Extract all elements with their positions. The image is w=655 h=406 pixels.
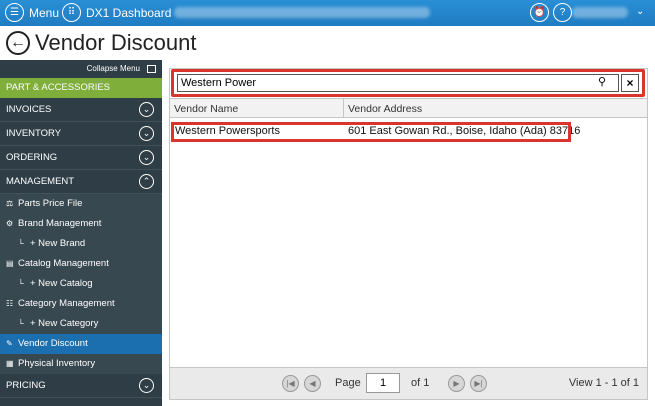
records-count: View 1 - 1 of 1 <box>568 377 639 389</box>
menu-button[interactable]: ☰ Menu <box>5 3 59 22</box>
sidebar-item-invoices[interactable]: INVOICES ⌄ <box>0 98 162 122</box>
vendor-grid-panel: ⚲ × Vendor Name Vendor Address Western P… <box>169 68 648 400</box>
help-icon[interactable]: ? <box>553 3 572 22</box>
dashboard-button[interactable]: ⠿ DX1 Dashboard <box>62 3 171 22</box>
chevron-down-icon[interactable]: ⌄ <box>636 6 644 17</box>
sidebar-item-category-management[interactable]: ☷ Category Management <box>0 294 162 314</box>
sidebar-item-label: PRICING <box>6 380 46 391</box>
sidebar-item-physical-inventory[interactable]: ▦ Physical Inventory <box>0 354 162 374</box>
sidebar-item-label: + New Category <box>30 318 99 329</box>
chevron-down-icon[interactable]: ⌄ <box>139 126 154 141</box>
sidebar-item-label: INVENTORY <box>6 128 62 139</box>
search-icon[interactable]: ⚲ <box>598 75 606 88</box>
next-page-icon[interactable]: ▶ <box>448 375 465 392</box>
sidebar-item-label: Category Management <box>18 298 115 309</box>
pager: |◀ ◀ Page of 1 ▶ ▶| View 1 - 1 of 1 <box>170 367 647 399</box>
first-page-icon[interactable]: |◀ <box>282 375 299 392</box>
sidebar-item-new-catalog[interactable]: └ + New Catalog <box>0 274 162 294</box>
last-page-icon[interactable]: ▶| <box>470 375 487 392</box>
collapse-icon <box>147 65 156 73</box>
chevron-up-icon[interactable]: ⌃ <box>139 174 154 189</box>
tree-branch-icon: └ <box>18 279 24 288</box>
sidebar-item-label: Brand Management <box>18 218 102 229</box>
chevron-down-icon[interactable]: ⌄ <box>139 378 154 393</box>
user-name-blurred[interactable] <box>572 7 628 18</box>
page-label: Page <box>335 377 361 389</box>
column-divider <box>343 99 344 118</box>
sidebar-item-label: INVOICES <box>6 104 52 115</box>
discount-icon: ✎ <box>6 339 13 348</box>
column-header-vendor-name[interactable]: Vendor Name <box>174 103 238 115</box>
chevron-down-icon[interactable]: ⌄ <box>139 150 154 165</box>
back-arrow-icon[interactable]: ← <box>6 31 30 55</box>
sidebar-item-pricing[interactable]: PRICING ⌄ <box>0 374 162 398</box>
sidebar-item-label: + New Catalog <box>30 278 93 289</box>
tree-branch-icon: └ <box>18 239 24 248</box>
sidebar-item-label: Physical Inventory <box>18 358 96 369</box>
sidebar-item-label: Catalog Management <box>18 258 109 269</box>
title-bar: ← Vendor Discount <box>0 26 655 60</box>
sidebar-item-label: + New Brand <box>30 238 86 249</box>
alarm-icon[interactable]: ⏰ <box>530 3 549 22</box>
sidebar-item-ordering[interactable]: ORDERING ⌄ <box>0 146 162 170</box>
top-bar: ☰ Menu ⠿ DX1 Dashboard ⏰ ? ⌄ <box>0 0 655 26</box>
chevron-down-icon[interactable]: ⌄ <box>139 102 154 117</box>
search-bar: ⚲ × <box>170 69 647 97</box>
sidebar-item-label: Vendor Discount <box>18 338 88 349</box>
row-highlight <box>171 122 571 142</box>
sidebar-item-parts-price-file[interactable]: ⚖ Parts Price File <box>0 194 162 214</box>
sidebar-item-label: ORDERING <box>6 152 58 163</box>
page-title: Vendor Discount <box>35 30 197 55</box>
search-input[interactable] <box>177 74 619 92</box>
grid-icon: ⠿ <box>62 3 81 22</box>
sidebar-item-new-brand[interactable]: └ + New Brand <box>0 234 162 254</box>
sidebar-item-label: MANAGEMENT <box>6 176 75 187</box>
collapse-menu-label: Collapse Menu <box>86 64 140 73</box>
book-icon: ▤ <box>6 259 14 268</box>
prev-page-icon[interactable]: ◀ <box>304 375 321 392</box>
sidebar-item-new-category[interactable]: └ + New Category <box>0 314 162 334</box>
sidebar-item-brand-management[interactable]: ⚙ Brand Management <box>0 214 162 234</box>
collapse-menu-button[interactable]: Collapse Menu <box>0 60 162 78</box>
sidebar: Collapse Menu PART & ACCESSORIES INVOICE… <box>0 60 162 406</box>
sidebar-item-catalog-management[interactable]: ▤ Catalog Management <box>0 254 162 274</box>
menu-icon: ☰ <box>5 3 24 22</box>
dashboard-label: DX1 Dashboard <box>86 5 172 20</box>
scale-icon: ⚖ <box>6 199 14 208</box>
category-icon: ☷ <box>6 299 14 308</box>
sidebar-item-vendor-discount[interactable]: ✎ Vendor Discount <box>0 334 162 354</box>
sidebar-item-management[interactable]: MANAGEMENT ⌃ <box>0 170 162 194</box>
sidebar-section-parts[interactable]: PART & ACCESSORIES <box>0 78 162 98</box>
dealer-info-blurred <box>174 7 430 18</box>
tree-branch-icon: └ <box>18 319 24 328</box>
gear-icon: ⚙ <box>6 219 14 228</box>
clear-search-button[interactable]: × <box>621 74 639 92</box>
sidebar-item-label: Parts Price File <box>18 198 83 209</box>
column-header-vendor-address[interactable]: Vendor Address <box>348 103 422 115</box>
sidebar-item-inventory[interactable]: INVENTORY ⌄ <box>0 122 162 146</box>
page-count: of 1 <box>411 377 430 389</box>
menu-label: Menu <box>29 5 60 20</box>
table-header: Vendor Name Vendor Address <box>170 98 647 118</box>
inventory-icon: ▦ <box>6 359 14 368</box>
page-number-input[interactable] <box>366 373 400 393</box>
